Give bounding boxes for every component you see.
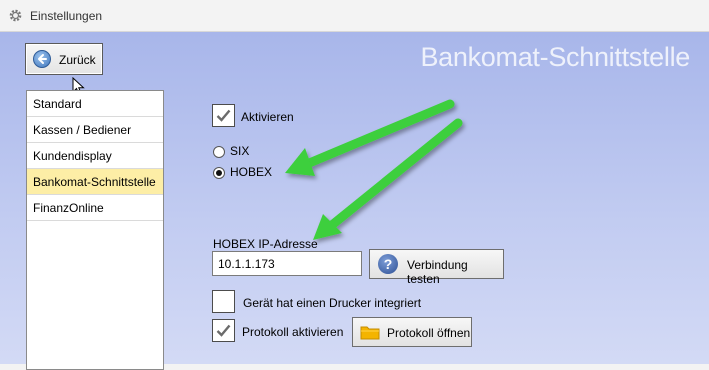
nav-item-standard[interactable]: Standard [27, 91, 163, 117]
nav-item-bankomat-schnittstelle[interactable]: Bankomat-Schnittstelle [27, 169, 163, 195]
nav-item-finanzonline[interactable]: FinanzOnline [27, 195, 163, 221]
printer-checkbox[interactable] [212, 290, 235, 313]
radio-six[interactable] [213, 146, 225, 158]
checkmark-icon [216, 324, 231, 337]
title-bar: Einstellungen [0, 0, 709, 32]
printer-label: Gerät hat einen Drucker integriert [243, 296, 422, 310]
radio-hobex-label: HOBEX [230, 165, 273, 179]
open-log-button[interactable]: Protokoll öffnen [352, 317, 472, 347]
activate-label: Aktivieren [241, 110, 294, 124]
arrow-left-icon [33, 50, 51, 68]
gear-icon [9, 9, 22, 22]
checkmark-icon [216, 109, 231, 122]
test-connection-button[interactable]: ? Verbindung testen [369, 249, 504, 286]
activate-checkbox[interactable] [212, 104, 235, 127]
nav-item-kassen-bediener[interactable]: Kassen / Bediener [27, 117, 163, 143]
log-checkbox[interactable] [212, 319, 235, 342]
annotation-arrow-2 [313, 118, 463, 240]
settings-nav-list: Standard Kassen / Bediener Kundendisplay… [26, 90, 164, 370]
ip-address-label: HOBEX IP-Adresse [213, 237, 318, 251]
back-button-label: Zurück [59, 53, 96, 67]
page-title: Bankomat-Schnittstelle [420, 42, 690, 72]
folder-icon [360, 326, 380, 340]
question-icon: ? [378, 254, 398, 274]
back-button[interactable]: Zurück [25, 43, 103, 75]
annotation-arrow-1 [285, 99, 455, 176]
test-connection-label: Verbindung testen [407, 258, 468, 286]
ip-address-input[interactable]: 10.1.1.173 [212, 251, 362, 276]
open-log-label: Protokoll öffnen [387, 326, 471, 340]
radio-six-label: SIX [230, 144, 250, 158]
radio-selected-dot [216, 170, 222, 176]
nav-item-kundendisplay[interactable]: Kundendisplay [27, 143, 163, 169]
radio-hobex[interactable] [213, 167, 225, 179]
log-label: Protokoll aktivieren [242, 325, 344, 339]
window-title: Einstellungen [30, 9, 103, 23]
settings-panel: Bankomat-Schnittstelle Zurück Standard K… [0, 32, 709, 370]
